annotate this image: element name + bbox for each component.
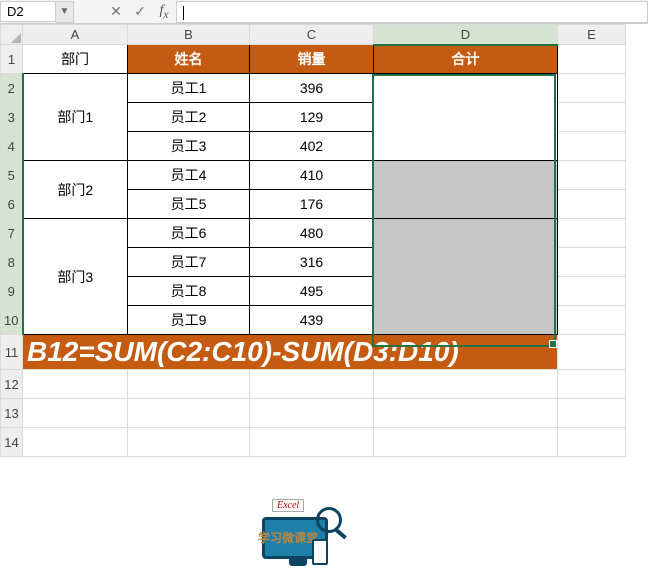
spreadsheet-grid[interactable]: ABCDE1部门姓名销量合计2部门1员工13963员工21294员工34025部… bbox=[0, 24, 648, 457]
header-sales[interactable]: 销量 bbox=[250, 45, 374, 74]
dept-cell[interactable]: 部门3 bbox=[23, 219, 128, 335]
cell-B14[interactable] bbox=[128, 428, 250, 457]
name-box-dropdown[interactable]: ▼ bbox=[56, 1, 74, 23]
name-cell[interactable]: 员工3 bbox=[128, 132, 250, 161]
header-total[interactable]: 合计 bbox=[374, 45, 558, 74]
name-cell[interactable]: 员工8 bbox=[128, 277, 250, 306]
dept-cell[interactable]: 部门2 bbox=[23, 161, 128, 219]
row-header-4[interactable]: 4 bbox=[1, 132, 23, 161]
cell-C14[interactable] bbox=[250, 428, 374, 457]
name-cell[interactable]: 员工4 bbox=[128, 161, 250, 190]
sales-cell[interactable]: 129 bbox=[250, 103, 374, 132]
cell-B13[interactable] bbox=[128, 399, 250, 428]
row-header-10[interactable]: 10 bbox=[1, 306, 23, 335]
cell-C13[interactable] bbox=[250, 399, 374, 428]
cell-E8[interactable] bbox=[558, 248, 626, 277]
cell-C12[interactable] bbox=[250, 370, 374, 399]
sales-cell[interactable]: 410 bbox=[250, 161, 374, 190]
enter-icon[interactable]: ✓ bbox=[128, 3, 152, 20]
cell-E13[interactable] bbox=[558, 399, 626, 428]
sales-cell[interactable]: 316 bbox=[250, 248, 374, 277]
total-cell[interactable] bbox=[374, 74, 558, 161]
watermark-badge: Excel 学习微课堂 bbox=[258, 499, 354, 569]
cell-D14[interactable] bbox=[374, 428, 558, 457]
watermark-chinese: 学习微课堂 bbox=[258, 529, 318, 546]
formula-banner[interactable]: B12=SUM(C2:C10)-SUM(D3:D10) bbox=[23, 335, 558, 370]
row-header-13[interactable]: 13 bbox=[1, 399, 23, 428]
row-header-5[interactable]: 5 bbox=[1, 161, 23, 190]
header-name[interactable]: 姓名 bbox=[128, 45, 250, 74]
row-header-8[interactable]: 8 bbox=[1, 248, 23, 277]
cell-E7[interactable] bbox=[558, 219, 626, 248]
row-header-9[interactable]: 9 bbox=[1, 277, 23, 306]
col-header-B[interactable]: B bbox=[128, 25, 250, 45]
cell-E10[interactable] bbox=[558, 306, 626, 335]
sales-cell[interactable]: 176 bbox=[250, 190, 374, 219]
cell-D13[interactable] bbox=[374, 399, 558, 428]
name-cell[interactable]: 员工1 bbox=[128, 74, 250, 103]
text-cursor-icon bbox=[183, 6, 184, 20]
cell-E2[interactable] bbox=[558, 74, 626, 103]
cell-E11[interactable] bbox=[558, 335, 626, 370]
cell-E14[interactable] bbox=[558, 428, 626, 457]
magnifier-icon bbox=[316, 507, 342, 533]
name-cell[interactable]: 员工9 bbox=[128, 306, 250, 335]
col-header-D[interactable]: D bbox=[374, 25, 558, 45]
sales-cell[interactable]: 396 bbox=[250, 74, 374, 103]
name-cell[interactable]: 员工5 bbox=[128, 190, 250, 219]
sales-cell[interactable]: 439 bbox=[250, 306, 374, 335]
sales-cell[interactable]: 495 bbox=[250, 277, 374, 306]
cell-A14[interactable] bbox=[23, 428, 128, 457]
cell-E12[interactable] bbox=[558, 370, 626, 399]
formula-bar: D2 ▼ ✕ ✓ fx bbox=[0, 0, 648, 24]
cell-E4[interactable] bbox=[558, 132, 626, 161]
cell-E3[interactable] bbox=[558, 103, 626, 132]
cell-E1[interactable] bbox=[558, 45, 626, 74]
row-header-7[interactable]: 7 bbox=[1, 219, 23, 248]
cell-D12[interactable] bbox=[374, 370, 558, 399]
name-cell[interactable]: 员工2 bbox=[128, 103, 250, 132]
name-cell[interactable]: 员工6 bbox=[128, 219, 250, 248]
formula-input[interactable] bbox=[176, 1, 648, 23]
row-header-14[interactable]: 14 bbox=[1, 428, 23, 457]
cell-A12[interactable] bbox=[23, 370, 128, 399]
cancel-icon[interactable]: ✕ bbox=[104, 3, 128, 20]
col-header-E[interactable]: E bbox=[558, 25, 626, 45]
col-header-A[interactable]: A bbox=[23, 25, 128, 45]
cell-E9[interactable] bbox=[558, 277, 626, 306]
col-header-C[interactable]: C bbox=[250, 25, 374, 45]
cell-E6[interactable] bbox=[558, 190, 626, 219]
row-header-3[interactable]: 3 bbox=[1, 103, 23, 132]
sales-cell[interactable]: 480 bbox=[250, 219, 374, 248]
name-cell[interactable]: 员工7 bbox=[128, 248, 250, 277]
cell-E5[interactable] bbox=[558, 161, 626, 190]
watermark-label: Excel bbox=[272, 499, 304, 512]
row-header-6[interactable]: 6 bbox=[1, 190, 23, 219]
row-header-12[interactable]: 12 bbox=[1, 370, 23, 399]
fx-icon[interactable]: fx bbox=[152, 3, 176, 21]
row-header-1[interactable]: 1 bbox=[1, 45, 23, 74]
total-cell[interactable] bbox=[374, 161, 558, 219]
name-box[interactable]: D2 bbox=[0, 1, 56, 22]
cell-B12[interactable] bbox=[128, 370, 250, 399]
total-cell[interactable] bbox=[374, 219, 558, 335]
sales-cell[interactable]: 402 bbox=[250, 132, 374, 161]
dept-cell[interactable]: 部门1 bbox=[23, 74, 128, 161]
header-dept[interactable]: 部门 bbox=[23, 45, 128, 74]
select-all-corner[interactable] bbox=[1, 25, 23, 45]
row-header-11[interactable]: 11 bbox=[1, 335, 23, 370]
phone-icon bbox=[312, 539, 328, 565]
cell-A13[interactable] bbox=[23, 399, 128, 428]
row-header-2[interactable]: 2 bbox=[1, 74, 23, 103]
